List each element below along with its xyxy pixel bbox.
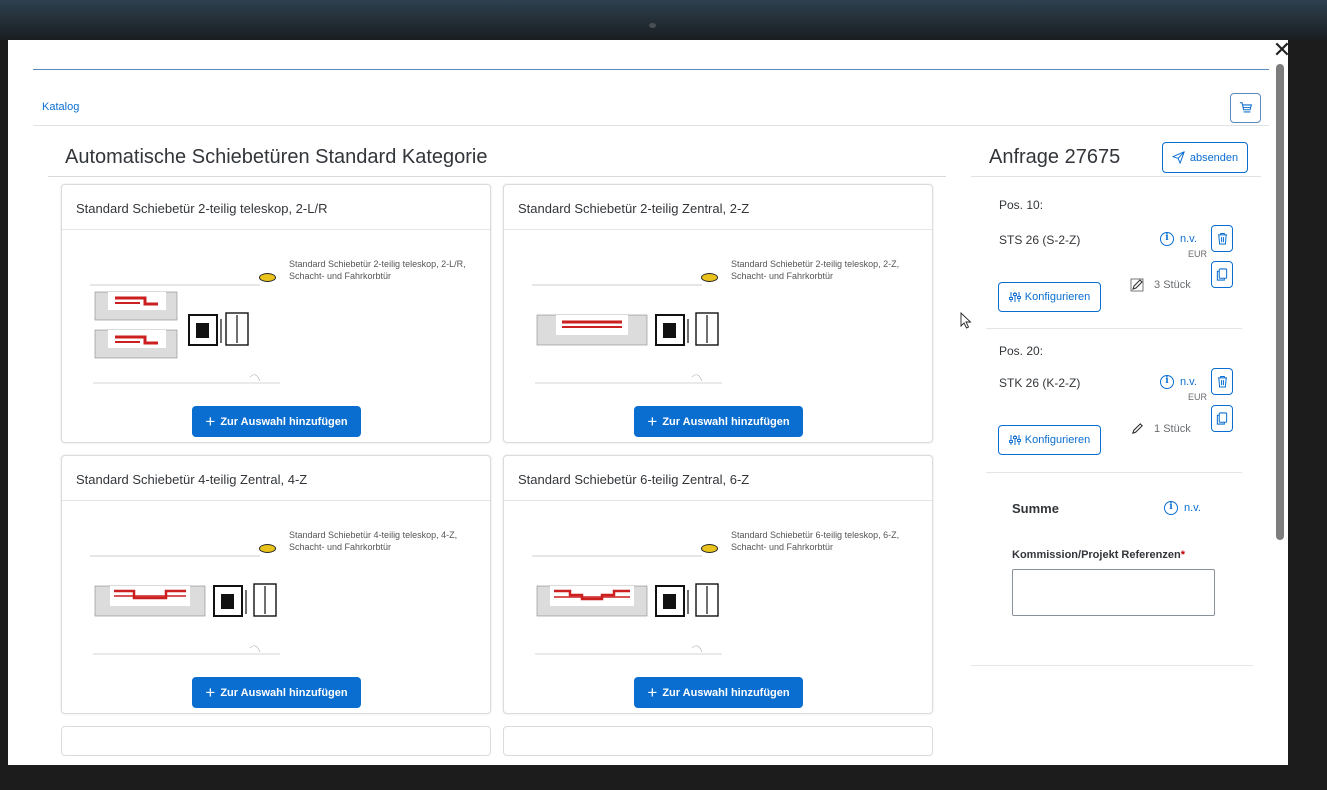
card-divider (504, 500, 932, 501)
card-title: Standard Schiebetür 2-teilig Zentral, 2-… (518, 201, 750, 216)
add-to-selection-button[interactable]: + Zur Auswahl hinzufügen (634, 406, 803, 437)
position-product-name: STK 26 (K-2-Z) (999, 376, 1081, 390)
page-title: Automatische Schiebetüren Standard Kateg… (65, 146, 488, 168)
info-icon[interactable]: i (1164, 501, 1178, 515)
copy-icon (1216, 412, 1228, 425)
position-price: n.v. (1180, 233, 1197, 245)
add-button-label: Zur Auswahl hinzufügen (662, 415, 790, 428)
position-separator (986, 328, 1242, 329)
send-button[interactable]: absenden (1162, 142, 1248, 173)
scrollbar-thumb[interactable] (1276, 64, 1284, 540)
position-quantity: 3 Stück (1154, 279, 1191, 291)
sliders-icon (1008, 435, 1021, 445)
send-button-label: absenden (1189, 151, 1239, 164)
mouse-cursor-icon (960, 312, 972, 329)
position-product-name: STS 26 (S-2-Z) (999, 233, 1081, 247)
close-icon[interactable]: ✕ (1270, 40, 1288, 62)
title-rule (48, 176, 946, 177)
copy-icon (1216, 268, 1228, 281)
card-divider (504, 229, 932, 230)
edit-quantity-icon[interactable] (1131, 422, 1144, 435)
device-top-bezel (0, 0, 1327, 40)
card-title: Standard Schiebetür 2-teilig teleskop, 2… (76, 201, 328, 216)
door-drawing-2lr (90, 284, 280, 384)
position-separator (986, 472, 1242, 473)
card-divider (62, 500, 490, 501)
breadcrumb-katalog[interactable]: Katalog (42, 101, 79, 113)
trash-icon (1217, 232, 1227, 245)
configure-button[interactable]: Konfigurieren (998, 282, 1101, 312)
breadcrumb-rule (33, 125, 1269, 126)
required-marker: * (1180, 549, 1185, 561)
dialog-header-rule (33, 69, 1269, 70)
add-button-label: Zur Auswahl hinzufügen (220, 686, 348, 699)
door-drawing-2z (532, 284, 722, 384)
reference-label: Kommission/Projekt Referenzen* (1012, 549, 1185, 561)
position-label: Pos. 20: (999, 344, 1044, 358)
plus-icon: + (205, 412, 216, 431)
product-card: Standard Schiebetür 4-teilig Zentral, 4-… (61, 455, 491, 714)
card-title: Standard Schiebetür 6-teilig Zentral, 6-… (518, 472, 750, 487)
catalog-dialog: ✕ Katalog Automatische Schiebetüren Stan… (8, 40, 1288, 765)
product-card: Standard Schiebetür 2-teilig Zentral, 2-… (503, 184, 933, 443)
plus-icon: + (647, 412, 658, 431)
paper-plane-icon (1172, 151, 1185, 164)
info-icon[interactable]: i (1160, 375, 1174, 389)
delete-button[interactable] (1211, 225, 1233, 252)
configure-button-label: Konfigurieren (1024, 434, 1091, 446)
delete-button[interactable] (1211, 368, 1233, 395)
plus-icon: + (205, 683, 216, 702)
reference-input[interactable] (1012, 569, 1215, 616)
add-button-label: Zur Auswahl hinzufügen (662, 686, 790, 699)
door-drawing-4z (90, 555, 280, 655)
camera-dot (649, 23, 656, 28)
reference-label-text: Kommission/Projekt Referenzen (1012, 549, 1181, 561)
add-to-selection-button[interactable]: + Zur Auswahl hinzufügen (192, 406, 361, 437)
quantity-value: 3 (1154, 279, 1161, 291)
request-header-rule (971, 176, 1261, 177)
add-button-label: Zur Auswahl hinzufügen (220, 415, 348, 428)
product-card-partial (503, 726, 933, 756)
trash-icon (1217, 375, 1227, 388)
quantity-unit: Stück (1163, 279, 1191, 291)
sum-label: Summe (1012, 501, 1059, 516)
cart-button[interactable] (1230, 93, 1261, 123)
add-to-selection-button[interactable]: + Zur Auswahl hinzufügen (192, 677, 361, 708)
cart-icon (1239, 102, 1252, 113)
position-currency: EUR (1188, 249, 1208, 259)
position-label: Pos. 10: (999, 198, 1044, 212)
sliders-icon (1008, 292, 1021, 302)
card-divider (62, 229, 490, 230)
sum-value: n.v. (1184, 502, 1201, 514)
plus-icon: + (647, 683, 658, 702)
request-title: Anfrage 27675 (989, 146, 1121, 168)
copy-button[interactable] (1211, 405, 1233, 432)
copy-button[interactable] (1211, 261, 1233, 288)
product-card: Standard Schiebetür 6-teilig Zentral, 6-… (503, 455, 933, 714)
product-card-partial (61, 726, 491, 756)
configure-button[interactable]: Konfigurieren (998, 425, 1101, 455)
position-price: n.v. (1180, 376, 1197, 388)
summary-separator (971, 665, 1253, 666)
product-card: Standard Schiebetür 2-teilig teleskop, 2… (61, 184, 491, 443)
position-currency: EUR (1188, 392, 1208, 402)
quantity-value: 1 (1154, 423, 1161, 435)
position-quantity: 1 Stück (1154, 423, 1191, 435)
door-drawing-6z (532, 555, 722, 655)
quantity-unit: Stück (1163, 423, 1191, 435)
card-title: Standard Schiebetür 4-teilig Zentral, 4-… (76, 472, 308, 487)
configure-button-label: Konfigurieren (1024, 291, 1091, 303)
edit-quantity-icon[interactable] (1130, 278, 1144, 292)
add-to-selection-button[interactable]: + Zur Auswahl hinzufügen (634, 677, 803, 708)
info-icon[interactable]: i (1160, 232, 1174, 246)
